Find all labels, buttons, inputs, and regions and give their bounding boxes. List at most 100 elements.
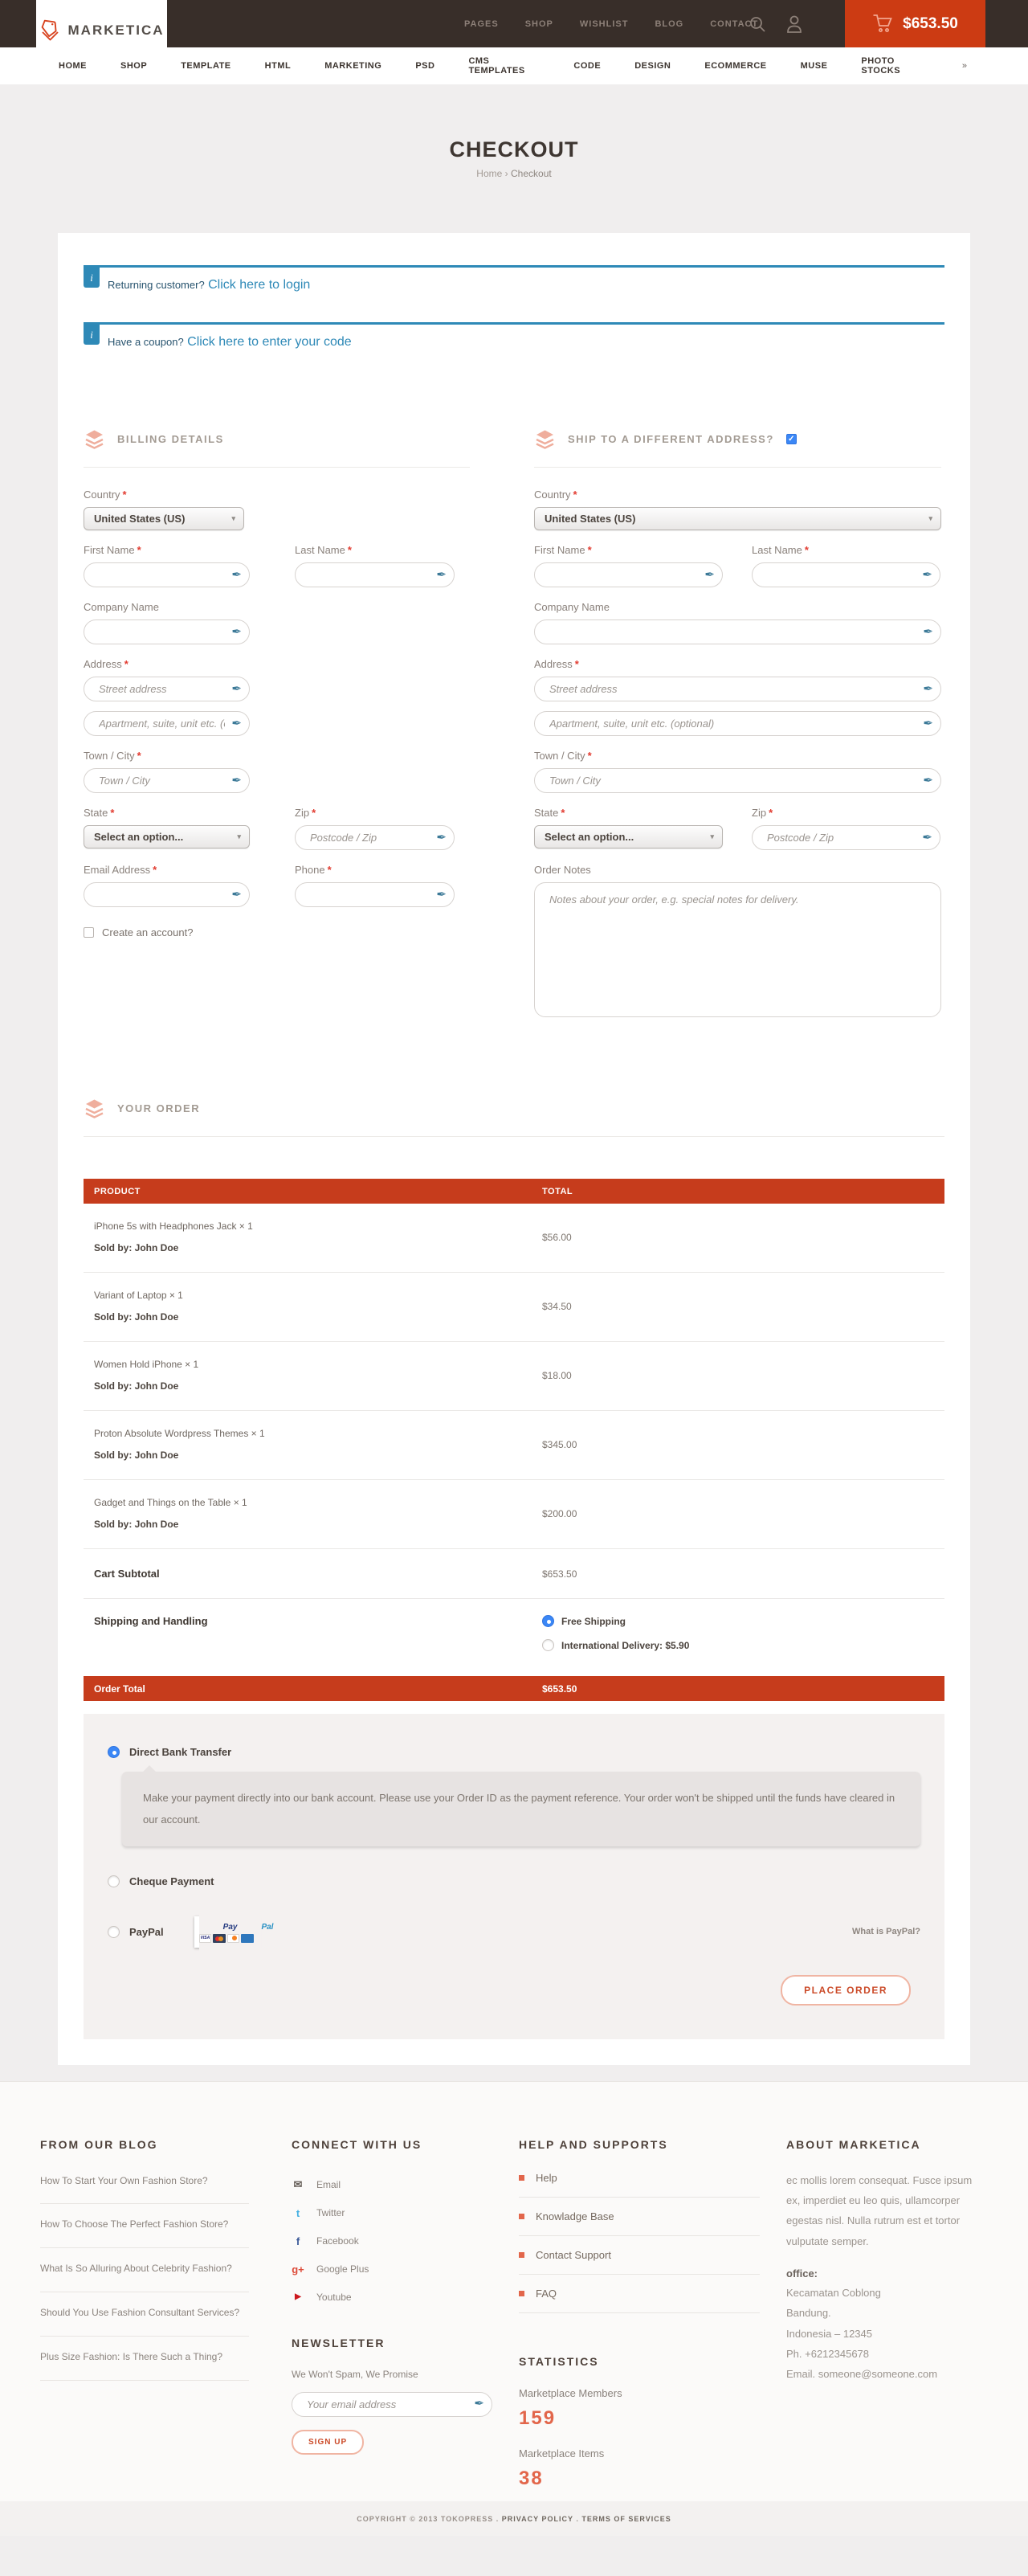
coupon-link[interactable]: Click here to enter your code [187,335,352,349]
statistics-section: STATISTICS Marketplace Members 159 Marke… [519,2355,760,2490]
menu-item-template[interactable]: TEMPLATE [181,61,230,71]
blog-link[interactable]: Should You Use Fashion Consultant Servic… [40,2292,249,2337]
menu-overflow-icon[interactable]: » [962,61,967,71]
social-link-youtube[interactable]: ▶ Youtube [292,2284,492,2311]
newsletter-section: NEWSLETTER We Won't Spam, We Promise ✒ S… [292,2337,492,2455]
pen-icon: ✒ [923,626,933,638]
menu-item-code[interactable]: CODE [573,61,601,71]
footer-connect-title: CONNECT WITH US [292,2138,492,2151]
billing-phone-label: Phone* [295,864,455,876]
office-line: Email. someone@someone.com [786,2364,987,2384]
menu-item-home[interactable]: HOME [59,61,87,71]
blog-link[interactable]: How To Start Your Own Fashion Store? [40,2170,249,2205]
billing-contact-row: Email Address* ✒ Phone* ✒ [84,850,470,907]
product-name[interactable]: Variant of Laptop × 1 [94,1290,542,1301]
billing-last-name-input[interactable] [308,568,431,582]
pen-icon: ✒ [923,718,933,730]
blog-link[interactable]: Plus Size Fashion: Is There Such a Thing… [40,2337,249,2381]
product-seller: Sold by: John Doe [94,1242,542,1253]
user-account-icon[interactable] [785,14,803,34]
billing-town-input[interactable] [97,774,226,787]
billing-street-input[interactable] [97,682,226,696]
blog-link[interactable]: What Is So Alluring About Celebrity Fash… [40,2248,249,2292]
place-order-button[interactable]: PLACE ORDER [781,1975,911,2006]
shipping-zip-input[interactable] [765,831,917,844]
billing-column: BILLING DETAILS Country* United States (… [84,428,470,1021]
top-nav-wishlist[interactable]: WISHLIST [580,19,629,29]
top-nav-blog[interactable]: BLOG [655,19,683,29]
product-name[interactable]: Women Hold iPhone × 1 [94,1359,542,1370]
menu-item-muse[interactable]: MUSE [801,61,828,71]
billing-first-name-input[interactable] [97,568,226,582]
terms-of-services-link[interactable]: TERMS OF SERVICES [581,2515,671,2523]
product-seller: Sold by: John Doe [94,1311,542,1323]
help-link[interactable]: Contact Support [519,2236,760,2275]
billing-title: BILLING DETAILS [117,433,224,445]
help-link[interactable]: FAQ [519,2275,760,2313]
login-link[interactable]: Click here to login [208,278,310,292]
billing-zip-input[interactable] [308,831,431,844]
pen-icon: ✒ [923,775,933,787]
menu-item-cms-templates[interactable]: CMS TEMPLATES [468,56,540,76]
billing-state-zip-row: State* Select an option... ▾ Zip* ✒ [84,793,470,850]
blog-link[interactable]: How To Choose The Perfect Fashion Store? [40,2204,249,2248]
menu-item-design[interactable]: DESIGN [634,61,671,71]
signup-button[interactable]: SIGN UP [292,2430,364,2455]
menu-item-psd[interactable]: PSD [415,61,434,71]
privacy-policy-link[interactable]: PRIVACY POLICY [502,2515,573,2523]
product-name[interactable]: Proton Absolute Wordpress Themes × 1 [94,1428,542,1439]
ship-different-address-checkbox[interactable]: ✓ [786,434,797,444]
social-link-facebook[interactable]: f Facebook [292,2227,492,2255]
social-link-twitter[interactable]: t Twitter [292,2199,492,2227]
cart-subtotal-label: Cart Subtotal [84,1568,542,1580]
billing-phone-input[interactable] [308,888,431,902]
create-account-checkbox[interactable] [84,927,94,938]
shipping-last-name-label: Last Name* [752,544,940,556]
international-delivery-radio[interactable] [542,1639,554,1651]
free-shipping-radio[interactable] [542,1615,554,1627]
what-is-paypal-link[interactable]: What is PayPal? [852,1927,920,1936]
shipping-town-input[interactable] [548,774,918,787]
shipping-company-input[interactable] [548,625,918,639]
product-name[interactable]: Gadget and Things on the Table × 1 [94,1497,542,1508]
menu-item-html[interactable]: HTML [265,61,292,71]
menu-item-marketing[interactable]: MARKETING [324,61,381,71]
billing-email-input[interactable] [97,888,226,902]
billing-company-input[interactable] [97,625,226,639]
billing-apartment-input[interactable] [97,717,226,730]
social-link-google-plus[interactable]: g+ Google Plus [292,2255,492,2284]
shipping-apartment-input[interactable] [548,717,918,730]
menu-item-ecommerce[interactable]: ECOMMERCE [704,61,766,71]
shipping-last-name-input[interactable] [765,568,917,582]
social-link-email[interactable]: ✉ Email [292,2170,492,2199]
order-notes-textarea[interactable] [534,882,941,1017]
top-nav-shop[interactable]: SHOP [525,19,553,29]
search-icon[interactable] [749,15,766,33]
product-total: $200.00 [542,1508,577,1519]
billing-country-select[interactable]: United States (US) ▾ [84,507,244,530]
login-notice-text: Returning customer? [108,279,205,291]
paypal-radio[interactable] [108,1926,120,1938]
newsletter-email-input[interactable] [305,2398,469,2411]
menu-item-shop[interactable]: SHOP [120,61,147,71]
logo[interactable]: MARKETICA [36,0,167,61]
shipping-street-input[interactable] [548,682,918,696]
billing-state-select[interactable]: Select an option... ▾ [84,825,250,848]
breadcrumb-home[interactable]: Home [476,168,502,179]
top-nav-pages[interactable]: PAGES [464,19,499,29]
your-order-header: YOUR ORDER [84,1098,944,1137]
cart-button[interactable]: $653.50 [845,0,985,47]
footer: FROM OUR BLOG How To Start Your Own Fash… [0,2081,1028,2536]
paypal-label: PayPal [129,1926,164,1938]
cheque-payment-radio[interactable] [108,1875,120,1887]
shipping-first-name-input[interactable] [548,568,700,582]
product-name[interactable]: iPhone 5s with Headphones Jack × 1 [94,1221,542,1232]
help-link[interactable]: Knowladge Base [519,2198,760,2236]
product-total: $18.00 [542,1370,572,1381]
menu-item-photo-stocks[interactable]: PHOTO STOCKS [861,56,928,76]
shipping-country-select[interactable]: United States (US) ▾ [534,507,941,530]
bank-transfer-radio[interactable] [108,1746,120,1758]
shipping-handling-label: Shipping and Handling [84,1615,542,1651]
shipping-state-select[interactable]: Select an option... ▾ [534,825,723,848]
help-link[interactable]: Help [519,2170,760,2198]
